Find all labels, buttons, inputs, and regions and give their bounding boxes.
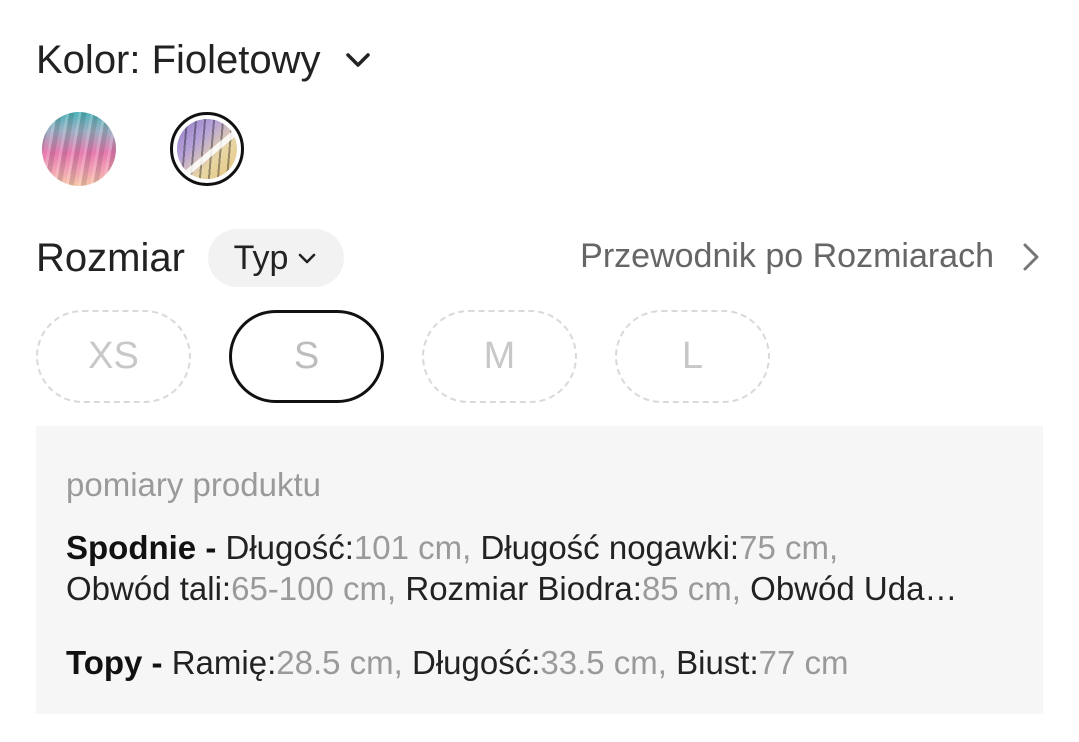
measure-label: Długość:: [411, 644, 541, 681]
measure-value: 75 cm,: [739, 529, 839, 566]
measurement-line: Obwód tali:65-100 cm, Rozmiar Biodra:85 …: [66, 568, 1026, 609]
group-name: Topy -: [66, 644, 163, 681]
measure-value: 33.5 cm,: [540, 644, 667, 681]
size-option-m[interactable]: M: [422, 310, 577, 403]
measure-value: 77 cm: [758, 644, 849, 681]
color-swatches: [42, 112, 244, 186]
measure-label: Długość nogawki:: [480, 529, 740, 566]
size-guide-label: Przewodnik po Rozmiarach: [580, 237, 994, 275]
measurement-group-pants: Spodnie - Długość:101 cm, Długość nogawk…: [66, 527, 1026, 609]
color-swatch-multicolor[interactable]: [42, 112, 116, 186]
group-name: Spodnie -: [66, 529, 217, 566]
measurements-title: pomiary produktu: [66, 466, 321, 503]
chevron-down-icon: [299, 253, 316, 264]
measure-label: Rozmiar Biodra:: [405, 570, 642, 607]
swatch-image: [177, 119, 237, 179]
measure-value: 65-100 cm,: [231, 570, 397, 607]
color-selector-header[interactable]: Kolor: Fioletowy: [36, 36, 373, 84]
measure-value: 28.5 cm,: [276, 644, 403, 681]
size-title: Rozmiar: [36, 236, 185, 280]
size-option-s[interactable]: S: [229, 310, 384, 403]
measure-value: 101 cm,: [353, 529, 472, 566]
measure-label: Długość:: [225, 529, 354, 566]
size-option-l[interactable]: L: [615, 310, 770, 403]
measurement-line: Topy - Ramię:28.5 cm, Długość:33.5 cm, B…: [66, 642, 1026, 683]
size-type-label: Typ: [233, 238, 289, 277]
measurement-line: Spodnie - Długość:101 cm, Długość nogawk…: [66, 527, 1026, 568]
size-type-dropdown[interactable]: Typ: [208, 229, 344, 287]
measurement-group-tops: Topy - Ramię:28.5 cm, Długość:33.5 cm, B…: [66, 642, 1026, 683]
color-swatch-violet[interactable]: [170, 112, 244, 186]
size-header: Rozmiar Typ Przewodnik po Rozmiarach: [36, 229, 1042, 287]
color-title: Kolor: Fioletowy: [36, 38, 321, 82]
measure-label: Obwód Uda…: [750, 570, 958, 607]
size-guide-link[interactable]: Przewodnik po Rozmiarach: [580, 237, 1042, 276]
measure-label: Biust:: [676, 644, 759, 681]
chevron-down-icon[interactable]: [343, 45, 373, 75]
size-options: XS S M L: [36, 310, 770, 403]
measure-value: 85 cm,: [641, 570, 741, 607]
measure-label: Ramię:: [171, 644, 277, 681]
product-measurements-panel: pomiary produktu Spodnie - Długość:101 c…: [36, 426, 1043, 714]
chevron-right-icon: [1023, 243, 1039, 270]
size-option-xs[interactable]: XS: [36, 310, 191, 403]
measure-label: Obwód tali:: [66, 570, 232, 607]
swatch-image: [42, 112, 116, 186]
